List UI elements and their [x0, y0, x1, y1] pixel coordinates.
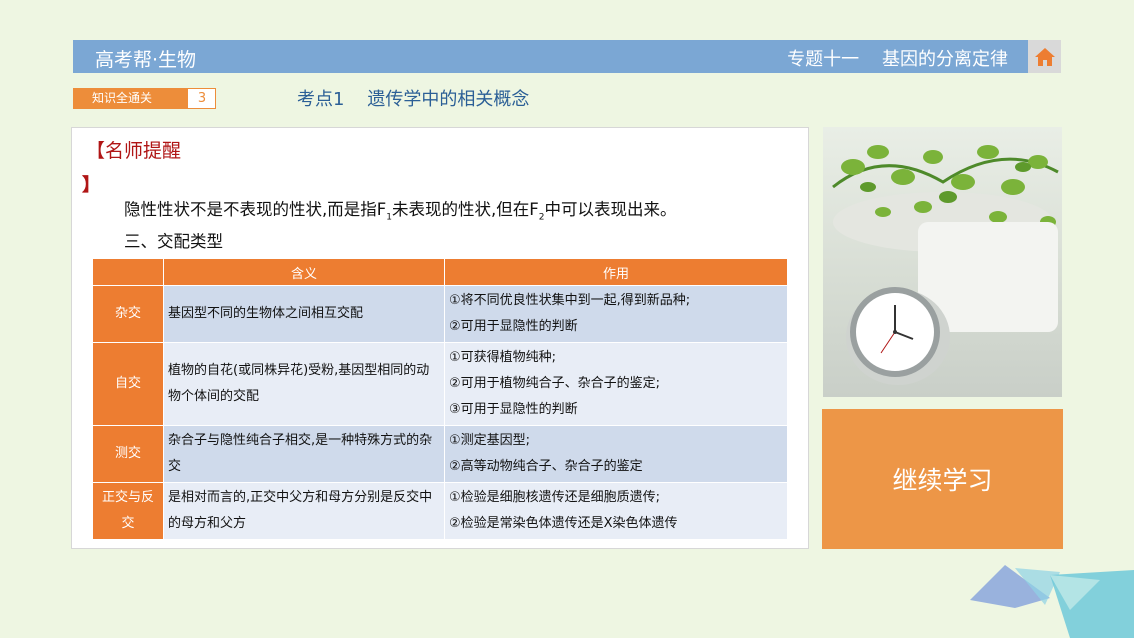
use-item: ②可用于植物纯合子、杂合子的鉴定; [449, 376, 661, 391]
decorative-photo [823, 127, 1062, 397]
row-type: 测交 [92, 425, 164, 483]
tip-text-part: 隐性性状不是不表现的性状,而是指F [124, 200, 387, 219]
table-row: 正交与反交 是相对而言的,正交中父方和母方分别是反交中的母方和父方 ①检验是细胞… [92, 482, 788, 540]
table-header-cell: 含义 [163, 258, 445, 286]
row-type: 正交与反交 [92, 482, 164, 540]
continue-learning-button[interactable]: 继续学习 [822, 409, 1063, 549]
table-header-row: 含义 作用 [92, 258, 788, 286]
section-tag-label: 知识全通关 [74, 89, 188, 108]
row-meaning: 杂合子与隐性纯合子相交,是一种特殊方式的杂交 [163, 425, 445, 483]
row-uses: ①将不同优良性状集中到一起,得到新品种; ②可用于显隐性的判断 [444, 285, 788, 343]
use-item: ③可用于显隐性的判断 [449, 402, 578, 417]
table-header-cell [92, 258, 164, 286]
row-type: 杂交 [92, 285, 164, 343]
row-type: 自交 [92, 342, 164, 426]
page-heading: 考点1 遗传学中的相关概念 [297, 89, 530, 110]
table-header-cell: 作用 [444, 258, 788, 286]
tip-text-part: 未表现的性状,但在F [391, 200, 539, 219]
table-row: 自交 植物的自花(或同株异花)受粉,基因型相同的动物个体间的交配 ①可获得植物纯… [92, 342, 788, 426]
course-title: 高考帮·生物 [95, 49, 197, 71]
table-row: 测交 杂合子与隐性纯合子相交,是一种特殊方式的杂交 ①测定基因型; ②高等动物纯… [92, 425, 788, 483]
row-meaning: 基因型不同的生物体之间相互交配 [163, 285, 445, 343]
decorative-shapes [970, 565, 1134, 638]
use-item: ①测定基因型; [449, 433, 531, 448]
row-uses: ①检验是细胞核遗传还是细胞质遗传; ②检验是常染色体遗传还是X染色体遗传 [444, 482, 788, 540]
use-item: ①检验是细胞核遗传还是细胞质遗传; [449, 490, 661, 505]
topic-title: 专题十一 基因的分离定律 [787, 49, 1008, 70]
section-title: 三、交配类型 [124, 232, 223, 251]
mating-types-table: 含义 作用 杂交 基因型不同的生物体之间相互交配 ①将不同优良性状集中到一起,得… [92, 258, 788, 540]
content-panel: 【名师提醒 】 隐性性状不是不表现的性状,而是指F1未表现的性状,但在F2中可以… [71, 127, 809, 549]
tip-title: 【名师提醒 [86, 140, 182, 162]
use-item: ①将不同优良性状集中到一起,得到新品种; [449, 293, 691, 308]
row-uses: ①可获得植物纯种; ②可用于植物纯合子、杂合子的鉴定; ③可用于显隐性的判断 [444, 342, 788, 426]
tip-text-part: 中可以表现出来。 [544, 200, 677, 219]
use-item: ②可用于显隐性的判断 [449, 319, 578, 334]
home-button[interactable] [1028, 40, 1061, 73]
table-row: 杂交 基因型不同的生物体之间相互交配 ①将不同优良性状集中到一起,得到新品种; … [92, 285, 788, 343]
tip-text: 隐性性状不是不表现的性状,而是指F1未表现的性状,但在F2中可以表现出来。 [124, 196, 676, 222]
use-item: ②检验是常染色体遗传还是X染色体遗传 [449, 516, 678, 531]
home-icon [1034, 47, 1055, 66]
use-item: ①可获得植物纯种; [449, 350, 557, 365]
top-header-bar: 高考帮·生物 专题十一 基因的分离定律 [73, 40, 1028, 73]
use-item: ②高等动物纯合子、杂合子的鉴定 [449, 459, 643, 474]
plant-clock-illustration [832, 145, 1059, 385]
section-tag-number: 3 [197, 91, 207, 106]
row-uses: ①测定基因型; ②高等动物纯合子、杂合子的鉴定 [444, 425, 788, 483]
row-meaning: 是相对而言的,正交中父方和母方分别是反交中的母方和父方 [163, 482, 445, 540]
tip-bracket: 】 [82, 175, 100, 196]
section-tag: 知识全通关 3 [73, 88, 216, 109]
row-meaning: 植物的自花(或同株异花)受粉,基因型相同的动物个体间的交配 [163, 342, 445, 426]
